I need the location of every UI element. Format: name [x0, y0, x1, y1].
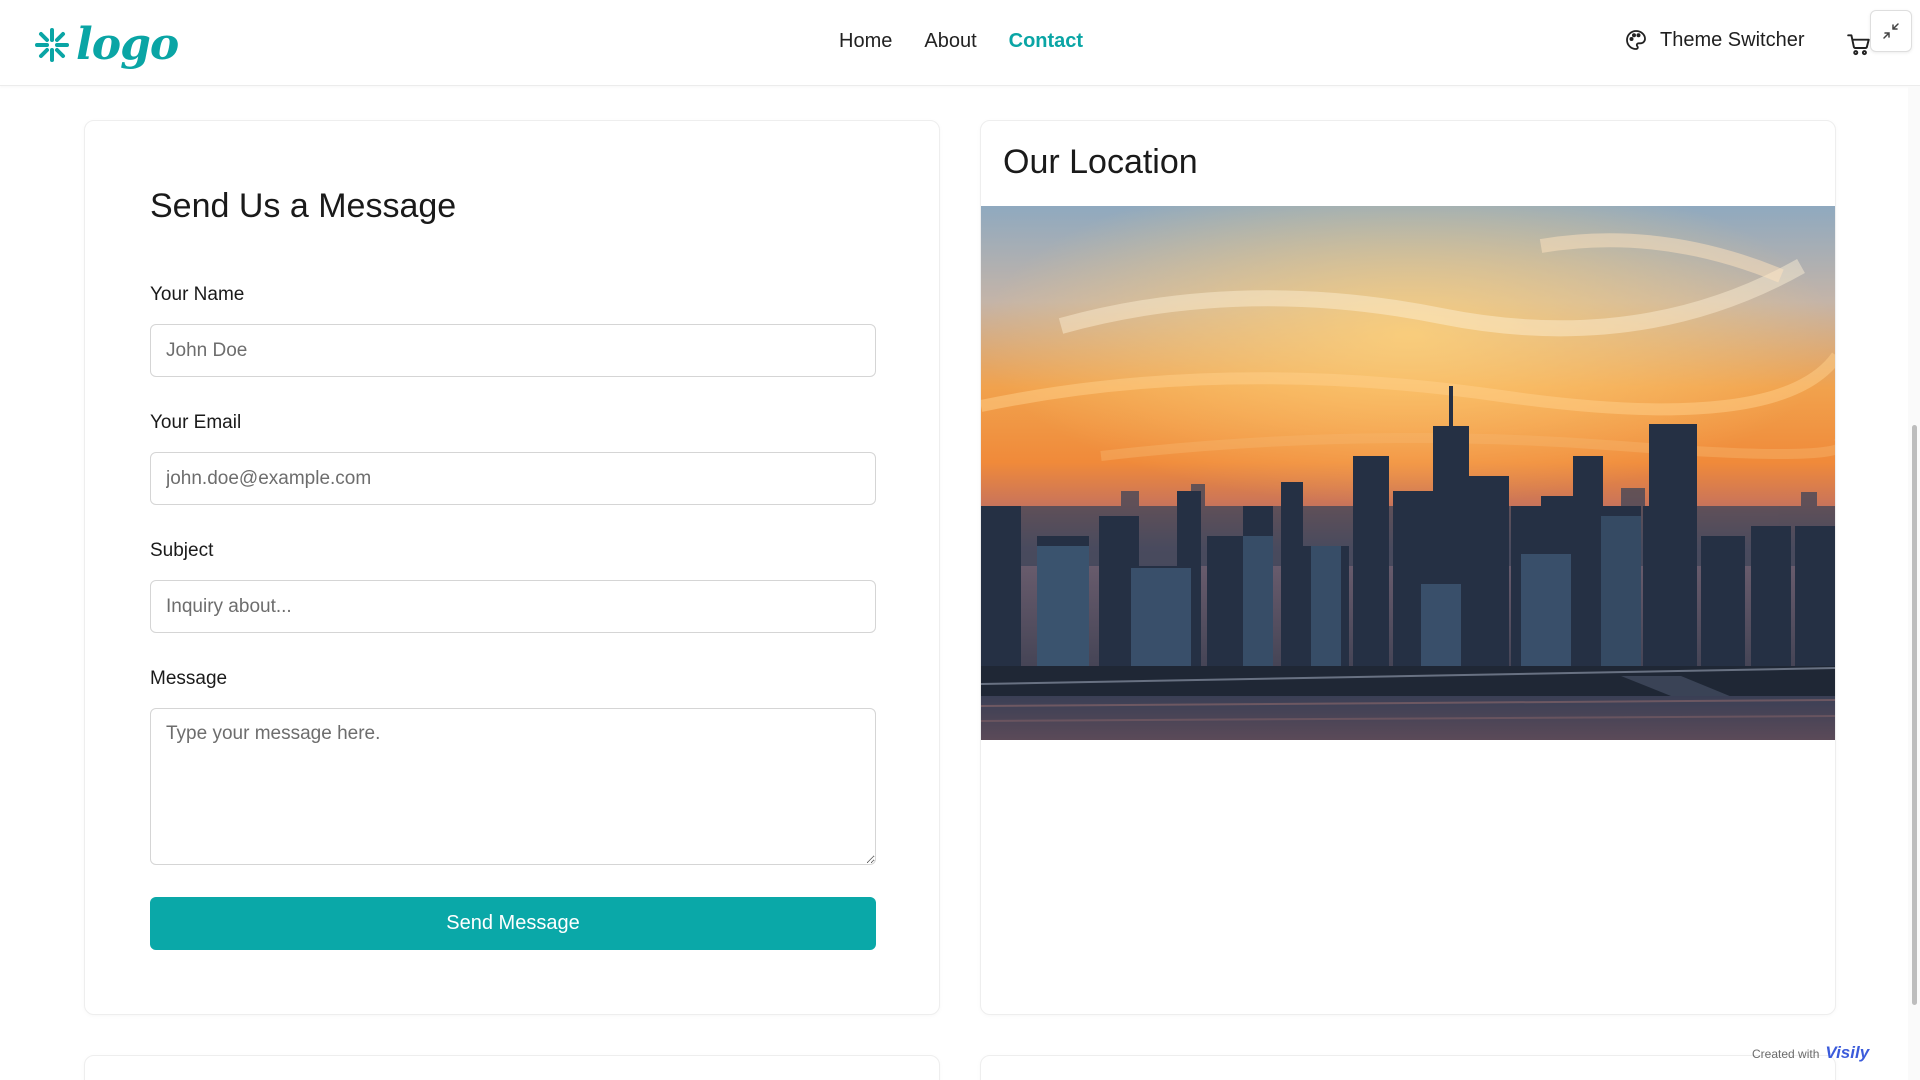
- name-input[interactable]: [150, 324, 876, 377]
- nav-link-about[interactable]: About: [924, 30, 976, 53]
- theme-switcher-label: Theme Switcher: [1660, 28, 1805, 51]
- nav-link-contact[interactable]: Contact: [1009, 30, 1083, 53]
- created-with-badge[interactable]: Created with Visily: [1752, 1043, 1869, 1063]
- contact-form-card: Send Us a Message Your Name Your Email S…: [84, 120, 940, 1015]
- subject-label: Subject: [150, 540, 214, 561]
- message-label: Message: [150, 668, 228, 689]
- top-nav-bar: logo Home About Contact Theme Switcher: [0, 0, 1920, 86]
- lower-card-left: [84, 1055, 940, 1080]
- main-nav: Home About Contact: [839, 30, 1083, 53]
- message-textarea[interactable]: [150, 708, 876, 865]
- form-title: Send Us a Message: [150, 187, 457, 225]
- collapse-arrows-icon: [1883, 23, 1899, 39]
- city-skyline-image: [981, 206, 1835, 740]
- send-message-button[interactable]: Send Message: [150, 897, 876, 950]
- palette-icon: [1626, 30, 1646, 50]
- logo-text: logo: [76, 19, 179, 70]
- logo[interactable]: logo: [34, 18, 179, 72]
- collapse-button[interactable]: [1870, 10, 1912, 52]
- location-title: Our Location: [1003, 143, 1198, 181]
- lower-card-right: [980, 1055, 1836, 1080]
- email-input[interactable]: [150, 452, 876, 505]
- name-label: Your Name: [150, 284, 245, 305]
- logo-asterisk-icon: [35, 28, 69, 62]
- location-card: Our Location: [980, 120, 1836, 1015]
- theme-switcher-button[interactable]: Theme Switcher: [1624, 28, 1805, 52]
- created-with-text: Created with: [1752, 1047, 1820, 1061]
- nav-link-home[interactable]: Home: [839, 30, 892, 53]
- scrollbar-thumb[interactable]: [1912, 425, 1917, 1005]
- email-label: Your Email: [150, 412, 242, 433]
- cart-icon[interactable]: [1846, 31, 1872, 57]
- visily-brand: Visily: [1825, 1043, 1870, 1062]
- subject-input[interactable]: [150, 580, 876, 633]
